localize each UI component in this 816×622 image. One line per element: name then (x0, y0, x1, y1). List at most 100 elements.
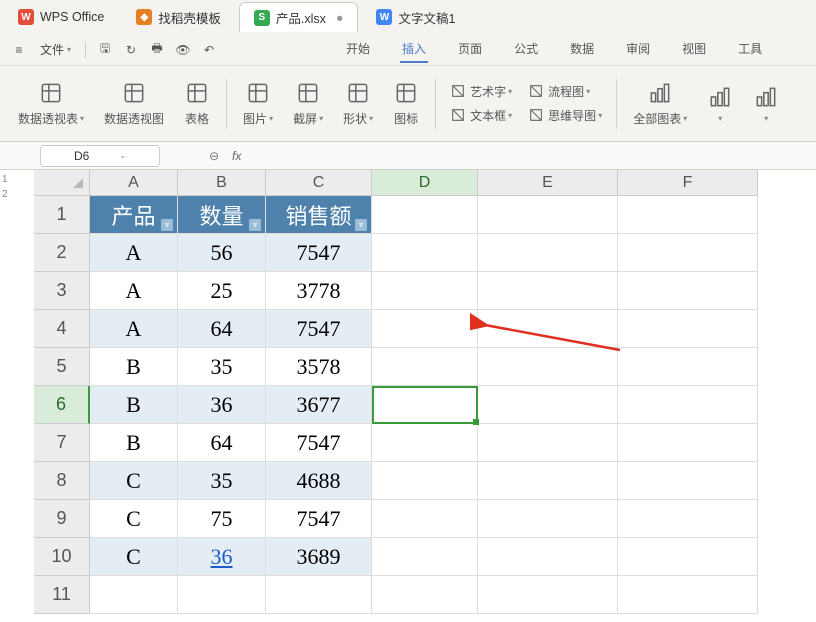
cell[interactable]: 4688 (266, 462, 372, 500)
cell[interactable]: C (90, 500, 178, 538)
cell[interactable] (372, 348, 478, 386)
cell[interactable] (372, 386, 478, 424)
print-preview-icon[interactable]: 👁 (172, 39, 194, 61)
outline-levels[interactable]: 12 (0, 170, 10, 204)
select-all-corner[interactable] (34, 170, 90, 196)
cell[interactable]: 3578 (266, 348, 372, 386)
cell[interactable] (372, 272, 478, 310)
cell[interactable]: B (90, 348, 178, 386)
cell[interactable] (478, 348, 618, 386)
col-header-B[interactable]: B (178, 170, 266, 196)
row-header-6[interactable]: 6 (34, 386, 90, 424)
file-menu[interactable]: 文件 ▾ (34, 41, 77, 58)
ribbon-tab-视图[interactable]: 视图 (680, 36, 708, 63)
cell[interactable] (372, 500, 478, 538)
cell[interactable]: 36 (178, 386, 266, 424)
col-header-A[interactable]: A (90, 170, 178, 196)
cell[interactable] (478, 272, 618, 310)
cell[interactable] (478, 196, 618, 234)
save-icon[interactable]: 🖫 (94, 39, 116, 61)
cell[interactable]: B (90, 424, 178, 462)
tab-templates[interactable]: ◆ 找稻壳模板 (122, 2, 235, 32)
cell[interactable]: 3689 (266, 538, 372, 576)
cell[interactable] (372, 234, 478, 272)
cell[interactable]: 7547 (266, 500, 372, 538)
ribbon-全部图表[interactable]: 全部图表 ▾ (623, 69, 697, 139)
cancel-fx-icon[interactable]: ⊖ (204, 146, 224, 166)
cell[interactable] (618, 272, 758, 310)
ribbon-数据透视图[interactable]: 数据透视图 (94, 69, 174, 139)
fx-label[interactable]: fx (232, 149, 241, 163)
cell[interactable]: 35 (178, 462, 266, 500)
cell[interactable] (618, 386, 758, 424)
name-box[interactable]: D6 ⌄ (40, 145, 160, 167)
cells-area[interactable]: 产品数量销售额A567547A253778A647547B353578B3636… (90, 196, 758, 614)
row-header-2[interactable]: 2 (34, 234, 90, 272)
cell[interactable]: 7547 (266, 424, 372, 462)
ribbon-tab-插入[interactable]: 插入 (400, 36, 428, 63)
undo-icon[interactable]: ↶ (198, 39, 220, 61)
row-header-9[interactable]: 9 (34, 500, 90, 538)
cell[interactable] (618, 500, 758, 538)
cell[interactable]: 25 (178, 272, 266, 310)
cell[interactable] (372, 576, 478, 614)
cell[interactable]: A (90, 310, 178, 348)
row-header-7[interactable]: 7 (34, 424, 90, 462)
ribbon-tab-工具[interactable]: 工具 (736, 36, 764, 63)
header-cell[interactable]: 产品 (90, 196, 178, 234)
row-header-3[interactable]: 3 (34, 272, 90, 310)
cell[interactable] (618, 196, 758, 234)
cell[interactable] (618, 576, 758, 614)
tab-document[interactable]: W 文字文稿1 (362, 2, 469, 32)
cell[interactable]: A (90, 272, 178, 310)
col-header-D[interactable]: D (372, 170, 478, 196)
cell[interactable] (266, 576, 372, 614)
ribbon-表格[interactable]: 表格 (174, 69, 220, 139)
ribbon-图标[interactable]: 图标 (383, 69, 429, 139)
ribbon-tab-开始[interactable]: 开始 (344, 36, 372, 63)
cell[interactable] (478, 538, 618, 576)
ribbon-tab-审阅[interactable]: 审阅 (624, 36, 652, 63)
cell[interactable] (372, 424, 478, 462)
col-header-E[interactable]: E (478, 170, 618, 196)
ribbon-tab-数据[interactable]: 数据 (568, 36, 596, 63)
cell[interactable]: 36 (178, 538, 266, 576)
cell[interactable]: 7547 (266, 234, 372, 272)
row-header-8[interactable]: 8 (34, 462, 90, 500)
cell[interactable]: 3677 (266, 386, 372, 424)
refresh-icon[interactable]: ↻ (120, 39, 142, 61)
ribbon-流程图[interactable]: 流程图▾ (528, 83, 602, 101)
cell[interactable] (478, 576, 618, 614)
cell[interactable] (618, 348, 758, 386)
ribbon-形状[interactable]: 形状 ▾ (333, 69, 383, 139)
row-header-11[interactable]: 11 (34, 576, 90, 614)
cell[interactable]: 64 (178, 310, 266, 348)
cell[interactable]: 56 (178, 234, 266, 272)
tab-wps-office[interactable]: W WPS Office (4, 2, 118, 32)
row-header-5[interactable]: 5 (34, 348, 90, 386)
cell[interactable]: 7547 (266, 310, 372, 348)
ribbon-icon14[interactable]: ▾ (743, 69, 789, 139)
cell[interactable] (478, 310, 618, 348)
ribbon-截屏[interactable]: 截屏 ▾ (283, 69, 333, 139)
ribbon-tab-公式[interactable]: 公式 (512, 36, 540, 63)
cell[interactable] (478, 234, 618, 272)
cell[interactable] (478, 500, 618, 538)
print-icon[interactable]: 🖶 (146, 39, 168, 61)
col-header-C[interactable]: C (266, 170, 372, 196)
cell[interactable] (372, 462, 478, 500)
cell[interactable]: A (90, 234, 178, 272)
cell[interactable]: C (90, 462, 178, 500)
cell[interactable] (372, 196, 478, 234)
cell[interactable] (372, 538, 478, 576)
header-cell[interactable]: 销售额 (266, 196, 372, 234)
header-cell[interactable]: 数量 (178, 196, 266, 234)
ribbon-文本框[interactable]: 文本框▾ (450, 107, 512, 125)
cell[interactable] (618, 462, 758, 500)
cell[interactable] (618, 234, 758, 272)
cell[interactable] (618, 310, 758, 348)
ribbon-tab-页面[interactable]: 页面 (456, 36, 484, 63)
ribbon-图片[interactable]: 图片 ▾ (233, 69, 283, 139)
cell[interactable] (178, 576, 266, 614)
cell[interactable] (478, 424, 618, 462)
